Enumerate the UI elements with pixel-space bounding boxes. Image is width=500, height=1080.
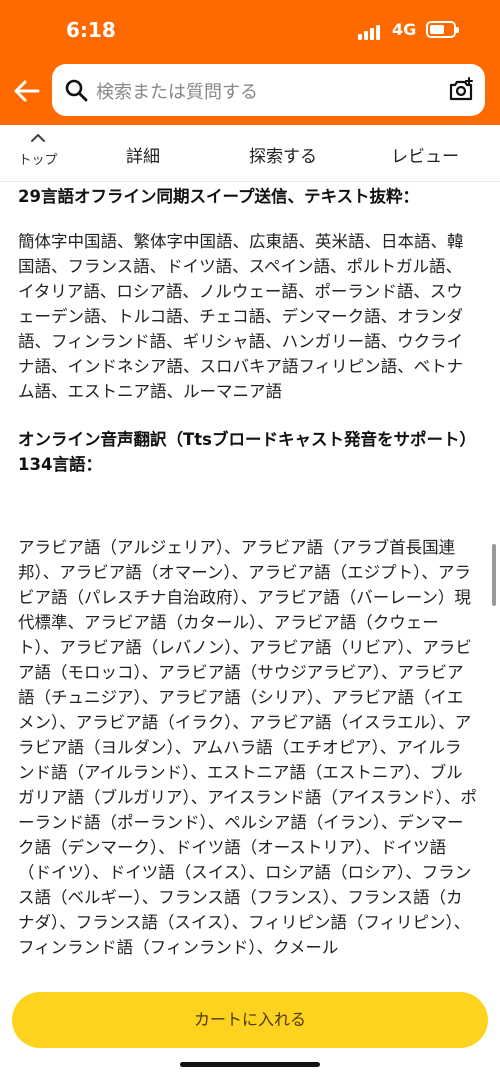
tab-reviews[interactable]: レビュー bbox=[391, 142, 459, 167]
status-bar: 6:18 4G bbox=[0, 0, 500, 60]
tab-top-label: トップ bbox=[18, 153, 58, 168]
search-bar[interactable]: 検索または質問する bbox=[52, 64, 485, 116]
network-type: 4G bbox=[392, 20, 417, 39]
tab-details[interactable]: 詳細 bbox=[126, 142, 160, 167]
app-header: 6:18 4G 検索または質問する bbox=[0, 0, 500, 125]
online-languages-heading: オンライン音声翻訳（Ttsブロードキャスト発音をサポート）134言語： bbox=[18, 430, 476, 474]
add-to-cart-button[interactable]: カートに入れる bbox=[12, 992, 488, 1048]
product-tabs: トップ 詳細 探索する レビュー bbox=[0, 125, 500, 182]
scrollbar[interactable] bbox=[492, 544, 496, 606]
back-button[interactable] bbox=[10, 74, 44, 108]
offline-languages-list: 簡体字中国語、繁体字中国語、広東語、英米語、日本語、韓国語、フランス語、ドイツ語… bbox=[18, 232, 464, 401]
search-icon bbox=[65, 79, 88, 102]
search-input[interactable]: 検索または質問する bbox=[96, 78, 258, 104]
home-indicator bbox=[180, 1062, 320, 1067]
battery-icon bbox=[426, 21, 459, 38]
chevron-up-icon bbox=[31, 134, 45, 142]
signal-icon bbox=[358, 24, 384, 40]
status-time: 6:18 bbox=[66, 18, 116, 42]
offline-languages-heading: 29言語オフライン同期スイープ送信、テキスト抜粋： bbox=[18, 187, 419, 206]
arrow-left-icon bbox=[14, 80, 40, 102]
camera-search-icon[interactable] bbox=[447, 76, 475, 104]
bottom-action-bar: カートに入れる bbox=[0, 982, 500, 1080]
tab-explore[interactable]: 探索する bbox=[249, 142, 317, 167]
tab-top[interactable]: トップ bbox=[14, 133, 62, 175]
product-description: 29言語オフライン同期スイープ送信、テキスト抜粋： 簡体字中国語、繁体字中国語、… bbox=[18, 182, 478, 982]
online-languages-list: アラビア語（アルジェリア）、アラビア語（アラブ首長国連邦）、アラビア語（オマーン… bbox=[18, 538, 477, 957]
